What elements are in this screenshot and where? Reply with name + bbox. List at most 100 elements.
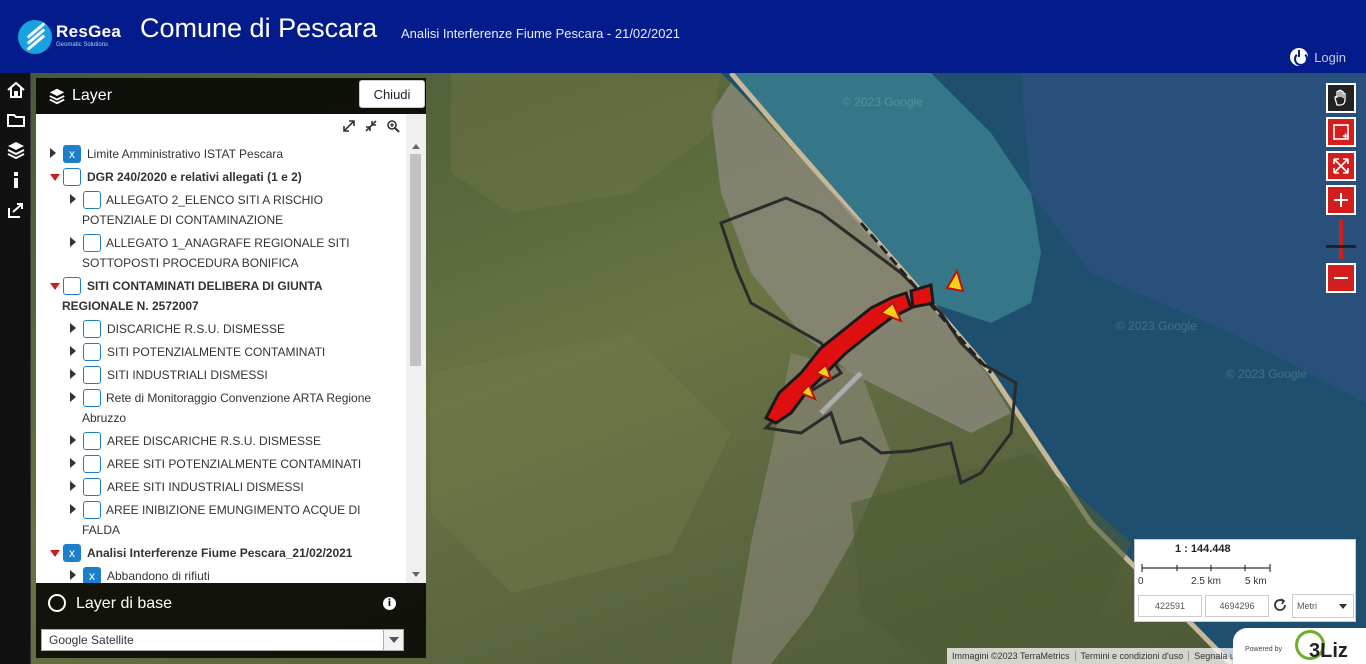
scale-bar: [1141, 564, 1271, 572]
layer-tree-item[interactable]: DISCARICHE R.S.U. DISMESSE: [36, 319, 396, 339]
layer-label: SITI CONTAMINATI DELIBERA DI GIUNTA REGI…: [62, 279, 323, 313]
caret-down-icon[interactable]: [50, 283, 60, 290]
scale-text: 1 : 144.448: [1175, 543, 1231, 555]
layer-tree-item[interactable]: x Analisi Interferenze Fiume Pescara_21/0…: [36, 543, 396, 563]
layer-checkbox[interactable]: [83, 478, 101, 496]
share-icon[interactable]: [0, 195, 31, 225]
layer-tree-item[interactable]: AREE SITI POTENZIALMENTE CONTAMINATI: [36, 454, 396, 474]
info-icon[interactable]: i: [383, 597, 396, 610]
layer-tree-item[interactable]: ALLEGATO 2_ELENCO SITI A RISCHIO POTENZI…: [36, 190, 396, 230]
layer-checkbox[interactable]: x: [63, 544, 81, 562]
caret-down-icon[interactable]: [50, 174, 60, 181]
layer-panel: Layer Chiudi x Limite Amministrativo ISTA…: [36, 78, 426, 658]
layer-checkbox[interactable]: [83, 455, 101, 473]
scroll-down-icon[interactable]: [412, 572, 420, 577]
hand-icon: [1334, 89, 1346, 106]
logo-mark-icon: [18, 20, 52, 54]
map-watermark: © 2023 Google: [1116, 319, 1197, 333]
layer-panel-title: Layer: [72, 87, 113, 104]
layer-tree-item[interactable]: SITI CONTAMINATI DELIBERA DI GIUNTA REGI…: [36, 276, 396, 316]
coord-y-field[interactable]: 4694296: [1205, 595, 1269, 617]
unit-select[interactable]: Metri: [1292, 594, 1354, 618]
pan-hand-button[interactable]: [1326, 83, 1356, 113]
caret-right-icon[interactable]: [70, 194, 76, 204]
layer-tree-scrollbar[interactable]: [406, 114, 426, 583]
caret-right-icon[interactable]: [70, 237, 76, 247]
scroll-thumb[interactable]: [410, 154, 421, 366]
layer-checkbox[interactable]: [83, 432, 101, 450]
zoom-slider-handle[interactable]: [1326, 245, 1356, 248]
folder-icon[interactable]: [0, 105, 31, 135]
layer-checkbox[interactable]: [83, 501, 101, 519]
caret-right-icon[interactable]: [70, 481, 76, 491]
refresh-icon[interactable]: [1272, 597, 1288, 613]
caret-down-icon[interactable]: [50, 550, 60, 557]
tree-toolbar: [342, 118, 400, 133]
caret-right-icon[interactable]: [70, 570, 76, 580]
base-layer-title: Layer di base: [76, 595, 173, 612]
zoom-box-icon: [1333, 124, 1349, 140]
zoom-slider-rail[interactable]: [1339, 219, 1343, 259]
left-toolbar: [0, 73, 31, 664]
layer-checkbox[interactable]: [83, 366, 101, 384]
layer-tree-item[interactable]: Rete di Monitoraggio Convenzione ARTA Re…: [36, 388, 396, 428]
expand-all-icon[interactable]: [342, 118, 356, 132]
caret-right-icon[interactable]: [70, 435, 76, 445]
layer-tree-item[interactable]: DGR 240/2020 e relativi allegati (1 e 2): [36, 167, 396, 187]
layer-checkbox[interactable]: [83, 343, 101, 361]
scale-label-end: 5 km: [1245, 576, 1267, 587]
zoom-in-button[interactable]: [1326, 185, 1356, 215]
plus-icon: [1334, 193, 1348, 207]
scroll-up-icon[interactable]: [412, 144, 420, 149]
caret-right-icon[interactable]: [70, 323, 76, 333]
scale-coordinates-box: 1 : 144.448 0 2.5 km 5 km 422591 4694296…: [1134, 539, 1356, 622]
caret-right-icon[interactable]: [70, 346, 76, 356]
collapse-all-icon[interactable]: [364, 118, 378, 132]
zoom-full-extent-button[interactable]: [1326, 151, 1356, 181]
base-layer-select[interactable]: Google Satellite: [41, 629, 404, 651]
layer-checkbox[interactable]: [83, 320, 101, 338]
layer-tree-item[interactable]: x Abbandono di rifiuti: [36, 566, 396, 583]
caret-right-icon[interactable]: [70, 504, 76, 514]
caret-right-icon[interactable]: [70, 369, 76, 379]
page-title: Comune di Pescara: [140, 13, 378, 43]
base-layer-selected: Google Satellite: [49, 633, 134, 647]
map-watermark: © 2023 Google: [842, 95, 923, 109]
caret-right-icon[interactable]: [50, 148, 56, 158]
powered-by-3liz[interactable]: Powered by 3Liz: [1233, 628, 1366, 664]
layer-checkbox[interactable]: [63, 277, 81, 295]
caret-right-icon[interactable]: [70, 458, 76, 468]
home-icon[interactable]: [0, 75, 31, 105]
scale-label-0: 0: [1138, 576, 1144, 587]
layer-tree: x Limite Amministrativo ISTAT Pescara DGR …: [36, 144, 396, 583]
layer-tree-item[interactable]: AREE INIBIZIONE EMUNGIMENTO ACQUE DI FAL…: [36, 500, 396, 540]
layer-tree-item[interactable]: SITI POTENZIALMENTE CONTAMINATI: [36, 342, 396, 362]
powered-by-label: Powered by: [1245, 646, 1282, 653]
layer-checkbox[interactable]: x: [83, 567, 101, 583]
layers-icon[interactable]: [0, 135, 31, 165]
layer-tree-item[interactable]: AREE DISCARICHE R.S.U. DISMESSE: [36, 431, 396, 451]
close-button[interactable]: Chiudi: [359, 80, 425, 108]
layer-tree-item[interactable]: AREE SITI INDUSTRIALI DISMESSI: [36, 477, 396, 497]
expand-icon: [1333, 158, 1349, 174]
map-attribution: Immagini ©2023 TerraMetrics Termini e co…: [947, 648, 1273, 664]
coord-x-field[interactable]: 422591: [1138, 595, 1202, 617]
layer-checkbox[interactable]: [83, 191, 101, 209]
zoom-out-button[interactable]: [1326, 263, 1356, 293]
info-icon[interactable]: [0, 165, 31, 195]
layer-label: Analisi Interferenze Fiume Pescara_21/02…: [87, 546, 353, 560]
login-button[interactable]: Login: [1290, 48, 1346, 66]
layer-tree-item[interactable]: ALLEGATO 1_ANAGRAFE REGIONALE SITI SOTTO…: [36, 233, 396, 273]
zoom-box-button[interactable]: [1326, 117, 1356, 147]
layer-tree-item[interactable]: x Limite Amministrativo ISTAT Pescara: [36, 144, 396, 164]
zoom-to-layer-icon[interactable]: [386, 118, 400, 133]
layer-checkbox[interactable]: [63, 168, 81, 186]
zoom-slider[interactable]: [1326, 219, 1356, 259]
layer-tree-item[interactable]: SITI INDUSTRIALI DISMESSI: [36, 365, 396, 385]
layer-checkbox[interactable]: [83, 234, 101, 252]
caret-right-icon[interactable]: [70, 392, 76, 402]
layer-checkbox[interactable]: [83, 389, 101, 407]
terms-link[interactable]: Termini e condizioni d'uso: [1076, 651, 1190, 661]
logo-tagline: Geomatic Solutions: [56, 42, 109, 48]
layer-checkbox[interactable]: x: [63, 145, 81, 163]
